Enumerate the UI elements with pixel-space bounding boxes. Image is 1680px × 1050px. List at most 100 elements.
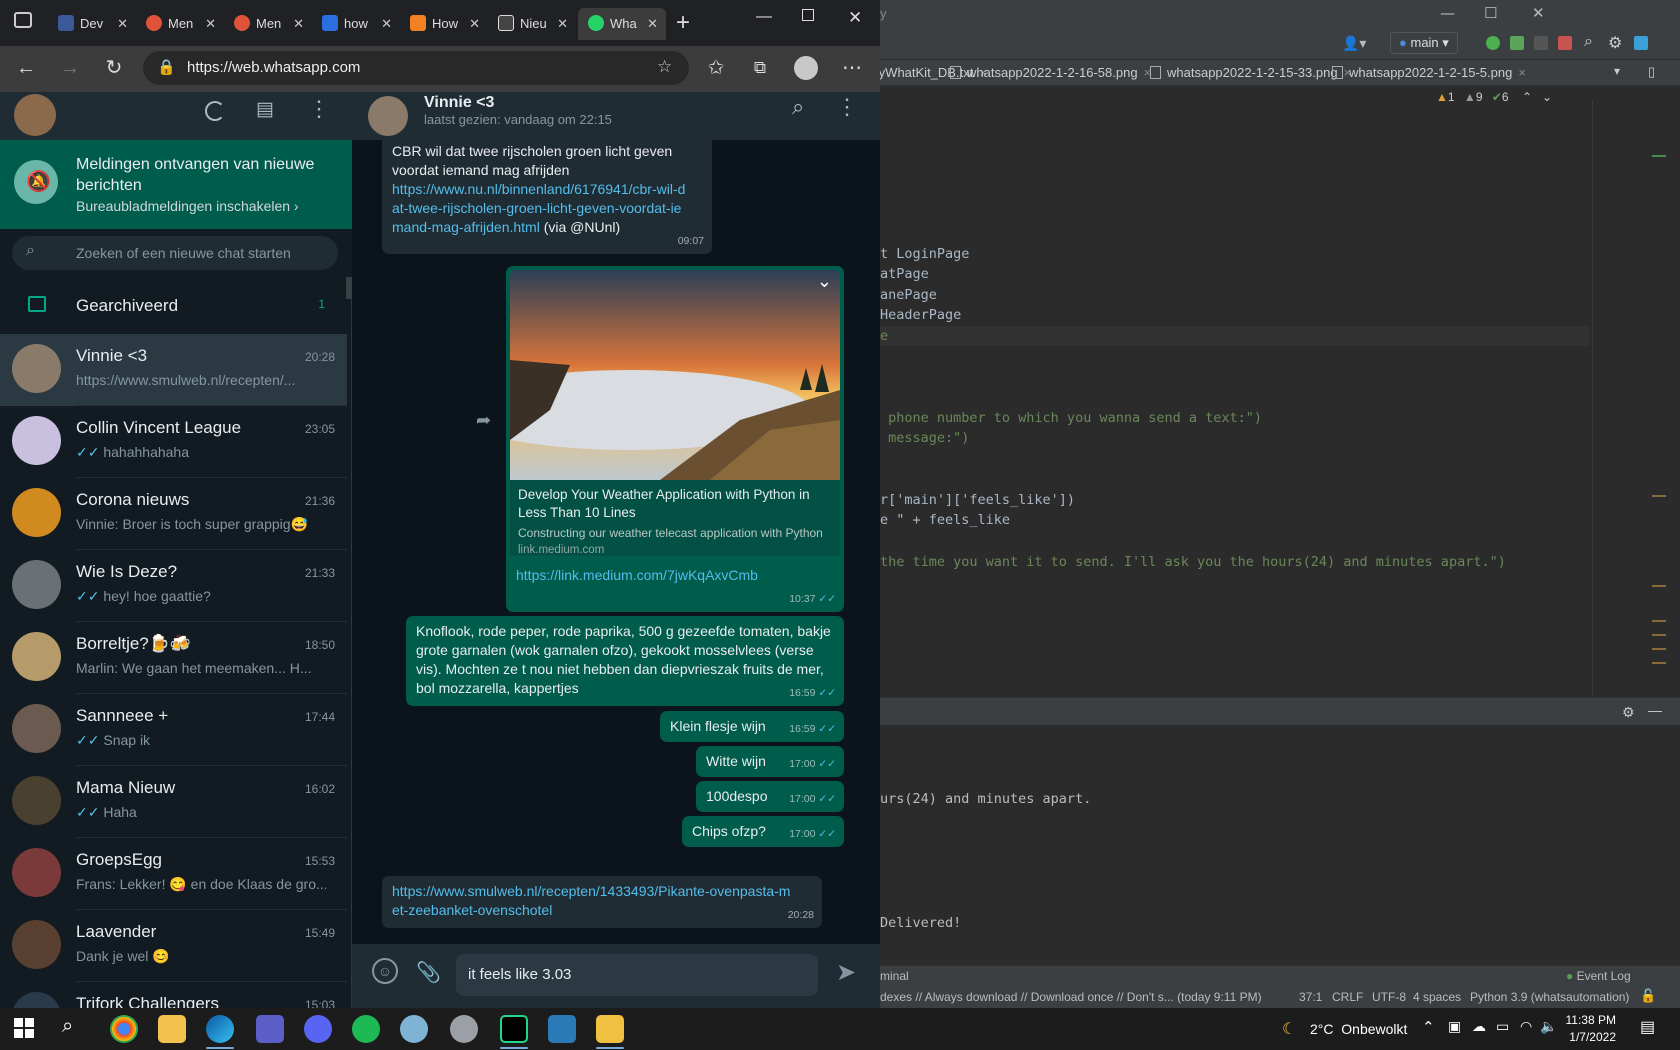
message-input[interactable]: it feels like 3.03 xyxy=(456,954,818,996)
search-input[interactable]: ⌕ Zoeken of een nieuwe chat starten xyxy=(12,236,338,270)
close-tab-icon[interactable]: ✕ xyxy=(557,8,568,40)
pycharm-icon[interactable] xyxy=(500,1015,528,1043)
browser-tab[interactable]: Men ✕ xyxy=(136,8,224,40)
close-tab-icon[interactable]: ✕ xyxy=(469,8,480,40)
close-window-button[interactable]: ✕ xyxy=(848,8,862,28)
chat-row[interactable]: Corona nieuws 21:36 Vinnie: Broer is toch … xyxy=(0,478,347,550)
coverage-icon[interactable] xyxy=(1534,36,1548,50)
add-favorite-icon[interactable]: ☆ xyxy=(657,57,672,77)
code-editor[interactable]: t LoginPage atPage anePage HeaderPage e … xyxy=(880,100,1590,696)
branch-selector[interactable]: ● main ▾ xyxy=(1390,32,1458,54)
chat-row[interactable]: Vinnie <3 20:28 https://www.smulweb.nl/rec… xyxy=(0,334,347,406)
new-tab-icon[interactable]: + xyxy=(676,9,690,37)
chat-avatar[interactable] xyxy=(12,560,61,609)
indent-setting[interactable]: 4 spaces xyxy=(1413,990,1461,1004)
menu-icon[interactable]: ⋮ xyxy=(308,96,330,122)
chat-avatar[interactable] xyxy=(12,488,61,537)
message-link[interactable]: https://www.smulweb.nl/recepten/1433493/… xyxy=(392,882,792,920)
teams-icon[interactable] xyxy=(256,1015,284,1043)
browser-tab[interactable]: Men ✕ xyxy=(224,8,312,40)
enable-notifications-link[interactable]: Bureaubladmeldingen inschakelen › xyxy=(76,198,299,214)
message-outgoing[interactable]: Knoflook, rode peper, rode paprika, 500 … xyxy=(406,616,844,706)
close-tab-icon[interactable]: ✕ xyxy=(117,8,128,40)
message-incoming[interactable]: https://www.smulweb.nl/recepten/1433493/… xyxy=(382,876,822,928)
chevron-up-icon[interactable]: ⌃ xyxy=(1422,1018,1435,1036)
collections-icon[interactable]: ⧉ xyxy=(748,56,772,80)
browser-tab[interactable]: how ✕ xyxy=(312,8,400,40)
weather-widget[interactable]: 2°C Onbewolkt xyxy=(1310,1021,1407,1037)
conversation-header[interactable]: Vinnie <3 laatst gezien: vandaag om 22:1… xyxy=(352,92,880,140)
chat-row[interactable]: Sannneee + 17:44 ✓✓ Snap ik xyxy=(0,694,347,766)
conversation-menu-icon[interactable]: ⋮ xyxy=(836,94,858,120)
close-tab-icon[interactable]: ✕ xyxy=(293,8,304,40)
my-avatar[interactable] xyxy=(14,94,56,136)
ide-tab[interactable]: whatsapp2022-1-2-15-5.png × xyxy=(1332,60,1526,86)
jetbrains-icon[interactable] xyxy=(1634,36,1648,50)
url-text[interactable]: https://web.whatsapp.com xyxy=(187,59,360,76)
chat-avatar[interactable] xyxy=(12,776,61,825)
forward-icon[interactable]: → xyxy=(58,56,82,80)
address-bar[interactable]: 🔒 https://web.whatsapp.com ☆ xyxy=(143,51,689,85)
chat-row[interactable]: Collin Vincent League 23:05 ✓✓ hahahhahaha xyxy=(0,406,347,478)
maximize-button[interactable] xyxy=(802,9,814,21)
chat-row[interactable]: Laavender 15:49 Dank je wel 😊 xyxy=(0,910,347,982)
message-link[interactable]: https://www.nu.nl/binnenland/6176941/cbr… xyxy=(392,180,692,237)
wifi-icon[interactable]: ◠ xyxy=(1520,1018,1532,1035)
refresh-icon[interactable]: ↻ xyxy=(102,56,126,80)
discord-icon[interactable] xyxy=(304,1015,332,1043)
message-outgoing[interactable]: Klein flesje wijn 16:59 ✓✓ xyxy=(660,711,844,742)
message-link[interactable]: https://link.medium.com/7jwKqAxvCmb xyxy=(516,566,758,585)
line-separator[interactable]: CRLF xyxy=(1332,990,1363,1004)
debug-icon[interactable] xyxy=(1510,36,1524,50)
hide-panel-icon[interactable]: — xyxy=(1648,702,1662,718)
more-menu-icon[interactable]: ⋯ xyxy=(840,56,864,80)
lock-icon[interactable]: 🔓 xyxy=(1640,988,1656,1004)
chat-row[interactable]: GroepsEgg 15:53 Frans: Lekker! 😋 en doe Kl… xyxy=(0,838,347,910)
browser-tab[interactable]: How ✕ xyxy=(400,8,488,40)
browser-tab-active[interactable]: Wha ✕ xyxy=(578,8,666,40)
message-list[interactable]: CBR wil dat twee rijscholen groen licht … xyxy=(352,140,880,944)
start-icon[interactable] xyxy=(14,1018,34,1038)
message-incoming[interactable]: CBR wil dat twee rijscholen groen licht … xyxy=(382,140,712,254)
tray-icon[interactable]: ☁ xyxy=(1472,1018,1486,1035)
search-messages-icon[interactable]: ⌕ xyxy=(792,94,804,120)
browser-tab[interactable]: Dev ✕ xyxy=(48,8,136,40)
photos-icon[interactable] xyxy=(548,1015,576,1043)
message-outgoing[interactable]: Chips ofzp? 17:00 ✓✓ xyxy=(682,816,844,847)
new-chat-icon[interactable]: ▤ xyxy=(256,98,274,121)
volume-icon[interactable]: 🔈 xyxy=(1540,1018,1557,1035)
message-outgoing[interactable]: Witte wijn 17:00 ✓✓ xyxy=(696,746,844,777)
chat-row[interactable]: Borreltje?🍺🍻 18:50 Marlin: We gaan het mee… xyxy=(0,622,347,694)
tab-actions-icon[interactable] xyxy=(14,12,32,28)
browser-tab[interactable]: Nieu ✕ xyxy=(488,8,576,40)
chat-row[interactable]: Wie Is Deze? 21:33 ✓✓ hey! hoe gaattie? xyxy=(0,550,347,622)
search-icon[interactable]: ⌕ xyxy=(1584,33,1593,51)
run-settings-icon[interactable]: ⚙ xyxy=(1622,704,1635,721)
tab-overflow-icon[interactable]: ▾ xyxy=(1614,64,1620,78)
ide-maximize-button[interactable]: ☐ xyxy=(1484,4,1497,22)
profile-avatar[interactable] xyxy=(794,56,818,80)
archived-row[interactable]: Gearchiveerd 1 xyxy=(0,277,347,334)
close-icon[interactable]: × xyxy=(1518,65,1526,80)
chat-avatar[interactable] xyxy=(12,416,61,465)
close-tab-icon[interactable]: ✕ xyxy=(381,8,392,40)
file-encoding[interactable]: UTF-8 xyxy=(1372,990,1406,1004)
notification-banner[interactable]: 🔕 Meldingen ontvangen van nieuwe bericht… xyxy=(0,140,352,229)
event-log-button[interactable]: ● Event Log xyxy=(1566,969,1631,983)
app-icon[interactable] xyxy=(400,1015,428,1043)
caret-position[interactable]: 37:1 xyxy=(1299,990,1322,1004)
chat-avatar[interactable] xyxy=(12,344,61,393)
message-outgoing-link-preview[interactable]: ⌄ Develop Your Weather Application with … xyxy=(506,266,844,612)
app-icon[interactable] xyxy=(450,1015,478,1043)
chat-avatar[interactable] xyxy=(12,992,61,1008)
edge-icon[interactable] xyxy=(206,1015,234,1043)
python-interpreter[interactable]: Python 3.9 (whatsautomation) xyxy=(1470,990,1629,1004)
chrome-icon[interactable] xyxy=(110,1015,138,1043)
search-icon[interactable]: ⌕ xyxy=(62,1015,73,1038)
emoji-icon[interactable]: ☺ xyxy=(372,958,398,984)
run-console[interactable]: urs(24) and minutes apart. Delivered! xyxy=(880,725,1680,965)
user-icon[interactable]: 👤▾ xyxy=(1342,35,1366,52)
preview-card[interactable]: Develop Your Weather Application with Py… xyxy=(510,480,840,556)
stop-icon[interactable] xyxy=(1558,36,1572,50)
contact-avatar[interactable] xyxy=(368,96,408,136)
